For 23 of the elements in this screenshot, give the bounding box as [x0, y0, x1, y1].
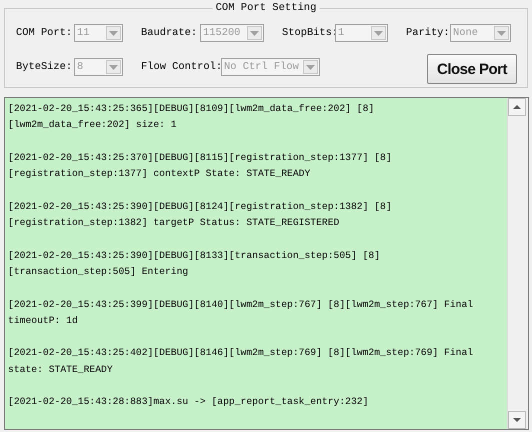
log-line: [registration_step:1382] targetP Status: STATE_REGISTERED — [8, 216, 340, 230]
field-label: StopBits: — [282, 27, 335, 39]
scroll-down-icon[interactable] — [508, 411, 526, 429]
field-label: Parity: — [406, 27, 450, 39]
log-line: [2021-02-20_15:43:25:365][DEBUG][8109][lwm2m_data_free:202] [8] — [8, 102, 374, 116]
log-line: timeoutP: 1d — [8, 314, 78, 328]
log-line: [2021-02-20_15:43:25:399][DEBUG][8140][lwm2m_step:767] [8][lwm2m_step:767] Final — [8, 298, 474, 312]
log-line: [2021-02-20_15:43:25:390][DEBUG][8133][transaction_step:505] [8] — [8, 248, 380, 263]
log-line: [2021-02-20_15:43:25:402][DEBUG][8146][lwm2m_step:769] [8][lwm2m_step:769] Final — [8, 346, 474, 360]
log-line: [lwm2m_data_free:202] size: 1 — [8, 118, 177, 132]
field-label: COM Port: — [16, 27, 74, 39]
group-title: COM Port Setting — [212, 1, 320, 15]
log-line: [2021-02-20_15:43:28:883]max.su -> [app_report_task_entry:232] — [8, 395, 368, 410]
field-label: ByteSize: — [16, 61, 74, 73]
log-line: [2021-02-20_15:43:25:390][DEBUG][8124][registration_step:1382] [8] — [8, 200, 392, 214]
scroll-up-icon[interactable] — [508, 98, 526, 116]
log-line: state: STATE_READY — [8, 362, 113, 377]
field-label: Baudrate: — [141, 27, 198, 39]
log-line: [2021-02-20_15:43:25:370][DEBUG][8115][registration_step:1377] [8] — [8, 150, 392, 165]
log-line: [registration_step:1377] contextP State: STATE_READY — [8, 167, 310, 182]
log-line: [transaction_step:505] Entering — [8, 264, 188, 279]
close-port-button[interactable]: Close Port — [427, 54, 517, 84]
field-label: Flow Control: — [141, 61, 221, 73]
